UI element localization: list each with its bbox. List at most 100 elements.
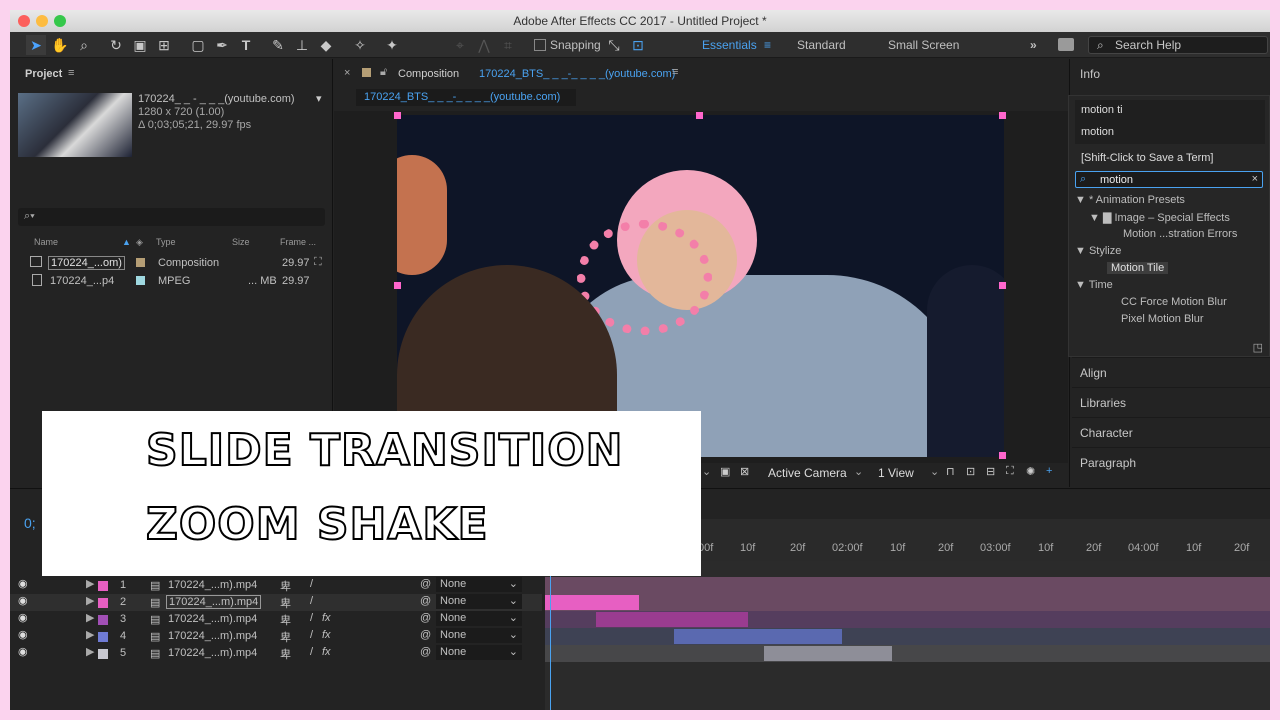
layer-name[interactable]: 170224_...m).mp4 bbox=[168, 613, 257, 625]
character-panel[interactable]: Character bbox=[1072, 417, 1270, 447]
type-tool-icon[interactable]: T bbox=[236, 35, 256, 55]
zoom-tool-icon[interactable]: ⌕ bbox=[74, 35, 94, 55]
quality-icon[interactable]: / bbox=[310, 612, 313, 624]
layer-row[interactable]: ◉ ▶ 5 ▤ 170224_...m).mp4 卑 / fx @ None ⌄ bbox=[10, 645, 542, 662]
pan-behind-tool-icon[interactable]: ⊞ bbox=[154, 35, 174, 55]
layer-bar[interactable] bbox=[674, 629, 842, 644]
shy-icon[interactable]: 卑 bbox=[280, 629, 291, 645]
tree-image-special-effects[interactable]: ▼ ▇ Image – Special Effects bbox=[1089, 211, 1230, 224]
layer-color-swatch[interactable] bbox=[98, 649, 108, 659]
flowchart-icon[interactable]: ⛶ bbox=[1006, 465, 1014, 478]
project-row[interactable]: 170224_...p4 MPEG ... MB 29.97 bbox=[18, 272, 325, 289]
layer-color-swatch[interactable] bbox=[98, 581, 108, 591]
selection-tool-icon[interactable]: ➤ bbox=[26, 35, 46, 55]
share-view-icon[interactable]: ⊓ bbox=[946, 465, 955, 478]
transform-handle[interactable] bbox=[696, 112, 703, 119]
transform-handle[interactable] bbox=[999, 282, 1006, 289]
layer-row[interactable]: ◉ ▶ 1 ▤ 170224_...m).mp4 卑 / @ None ⌄ bbox=[10, 577, 542, 594]
label-color-swatch[interactable] bbox=[136, 258, 145, 267]
expand-arrow-icon[interactable]: ▶ bbox=[86, 577, 94, 590]
parent-pickwhip-icon[interactable]: @ bbox=[420, 578, 431, 590]
quality-icon[interactable]: / bbox=[310, 629, 313, 641]
layer-bar[interactable] bbox=[596, 612, 748, 627]
shy-icon[interactable]: 卑 bbox=[280, 578, 291, 594]
layer-name[interactable]: 170224_...m).mp4 bbox=[168, 647, 257, 659]
workspace-standard[interactable]: Standard bbox=[797, 38, 846, 52]
layer-color-swatch[interactable] bbox=[98, 632, 108, 642]
layer-row[interactable]: ◉ ▶ 3 ▤ 170224_...m).mp4 卑 / fx @ None ⌄ bbox=[10, 611, 542, 628]
expand-arrow-icon[interactable]: ▶ bbox=[86, 628, 94, 641]
draft-3d-icon[interactable]: ⊡ bbox=[966, 465, 975, 478]
shy-icon[interactable]: 卑 bbox=[280, 595, 291, 611]
parent-pickwhip-icon[interactable]: @ bbox=[420, 612, 431, 624]
hand-tool-icon[interactable]: ✋ bbox=[50, 35, 70, 55]
layer-bar[interactable] bbox=[545, 595, 639, 610]
expand-arrow-icon[interactable]: ▶ bbox=[86, 645, 94, 658]
parent-pickwhip-icon[interactable]: @ bbox=[420, 646, 431, 658]
project-row[interactable]: 170224_...om) Composition 29.97 ⛶ bbox=[18, 254, 325, 271]
clear-search-icon[interactable]: × bbox=[1252, 173, 1258, 185]
snap-features-icon[interactable]: ⊡ bbox=[628, 35, 648, 55]
column-type[interactable]: Type bbox=[156, 237, 176, 247]
parent-pickwhip-icon[interactable]: @ bbox=[420, 595, 431, 607]
shy-icon[interactable]: 卑 bbox=[280, 612, 291, 628]
rectangle-tool-icon[interactable]: ▢ bbox=[188, 35, 208, 55]
history-item[interactable]: motion bbox=[1081, 126, 1114, 138]
sort-asc-icon[interactable]: ▲ bbox=[122, 237, 131, 247]
current-time-display[interactable]: 0; bbox=[24, 515, 36, 531]
expand-arrow-icon[interactable]: ▶ bbox=[86, 594, 94, 607]
fast-preview-icon[interactable]: ⊟ bbox=[986, 465, 995, 478]
workspace-menu-icon[interactable]: ≡ bbox=[764, 38, 771, 52]
effects-fx-icon[interactable]: fx bbox=[322, 612, 331, 624]
layer-name[interactable]: 170224_...m).mp4 bbox=[168, 579, 257, 591]
label-color-swatch[interactable] bbox=[136, 276, 145, 285]
axis-world-icon[interactable]: ⋀ bbox=[474, 35, 494, 55]
clone-stamp-tool-icon[interactable]: ⊥ bbox=[292, 35, 312, 55]
tree-motion-stration-errors[interactable]: Motion ...stration Errors bbox=[1123, 228, 1237, 240]
parent-select[interactable]: None ⌄ bbox=[436, 611, 522, 626]
minimize-window-button[interactable] bbox=[36, 15, 48, 27]
axis-local-icon[interactable]: ⌖ bbox=[450, 35, 470, 55]
camera-tool-icon[interactable]: ▣ bbox=[130, 35, 150, 55]
layer-color-swatch[interactable] bbox=[98, 598, 108, 608]
close-window-button[interactable] bbox=[18, 15, 30, 27]
transparency-grid-icon[interactable]: ⊠ bbox=[740, 465, 749, 478]
eraser-tool-icon[interactable]: ◆ bbox=[316, 35, 336, 55]
composition-tab[interactable]: 170224_BTS_ _ _-_ _ _ _(youtube.com) bbox=[356, 89, 576, 106]
roto-brush-tool-icon[interactable]: ✧ bbox=[350, 35, 370, 55]
item-dropdown-icon[interactable]: ▾ bbox=[316, 92, 322, 105]
expand-arrow-icon[interactable]: ▶ bbox=[86, 611, 94, 624]
layer-bar[interactable] bbox=[764, 646, 892, 661]
label-column-icon[interactable]: ◈ bbox=[136, 237, 143, 248]
layer-row[interactable]: ◉ ▶ 2 ▤ 170224_...m).mp4 卑 / @ None ⌄ bbox=[10, 594, 542, 611]
tree-pixel-motion-blur[interactable]: Pixel Motion Blur bbox=[1121, 313, 1204, 325]
tree-cc-force-motion-blur[interactable]: CC Force Motion Blur bbox=[1121, 296, 1227, 308]
panel-menu-icon[interactable]: ≡ bbox=[68, 67, 74, 79]
zoom-window-button[interactable] bbox=[54, 15, 66, 27]
effects-search-input[interactable]: ⌕ motion × bbox=[1075, 171, 1263, 188]
column-frame-rate[interactable]: Frame ... bbox=[280, 237, 316, 247]
effects-fx-icon[interactable]: fx bbox=[322, 629, 331, 641]
layer-row[interactable]: ◉ ▶ 4 ▤ 170224_...m).mp4 卑 / fx @ None ⌄ bbox=[10, 628, 542, 645]
history-item[interactable]: motion ti bbox=[1081, 104, 1123, 116]
panel-menu-icon[interactable]: ≡ bbox=[672, 66, 678, 78]
tree-animation-presets[interactable]: ▼ * Animation Presets bbox=[1075, 194, 1185, 206]
snapping-checkbox[interactable] bbox=[534, 39, 546, 51]
active-camera-select[interactable]: Active Camera bbox=[768, 466, 847, 480]
tree-stylize[interactable]: ▼ Stylize bbox=[1075, 245, 1121, 257]
workspace-toggle-icon[interactable] bbox=[1058, 38, 1074, 51]
align-panel[interactable]: Align bbox=[1072, 357, 1270, 387]
snap-edges-icon[interactable]: ⤡ bbox=[604, 35, 624, 55]
visibility-eye-icon[interactable]: ◉ bbox=[18, 611, 28, 624]
close-panel-icon[interactable]: × bbox=[344, 67, 350, 79]
visibility-eye-icon[interactable]: ◉ bbox=[18, 628, 28, 641]
camera-dropdown-icon[interactable]: ⌄ bbox=[854, 465, 863, 478]
tree-motion-tile[interactable]: Motion Tile bbox=[1107, 262, 1169, 274]
info-panel-title[interactable]: Info bbox=[1080, 67, 1100, 81]
effects-fx-icon[interactable]: fx bbox=[322, 646, 331, 658]
flowchart-icon[interactable]: ⛶ bbox=[314, 256, 322, 269]
composition-frame[interactable] bbox=[397, 115, 1004, 457]
parent-select[interactable]: None ⌄ bbox=[436, 645, 522, 660]
parent-select[interactable]: None ⌄ bbox=[436, 594, 522, 609]
visibility-eye-icon[interactable]: ◉ bbox=[18, 594, 28, 607]
